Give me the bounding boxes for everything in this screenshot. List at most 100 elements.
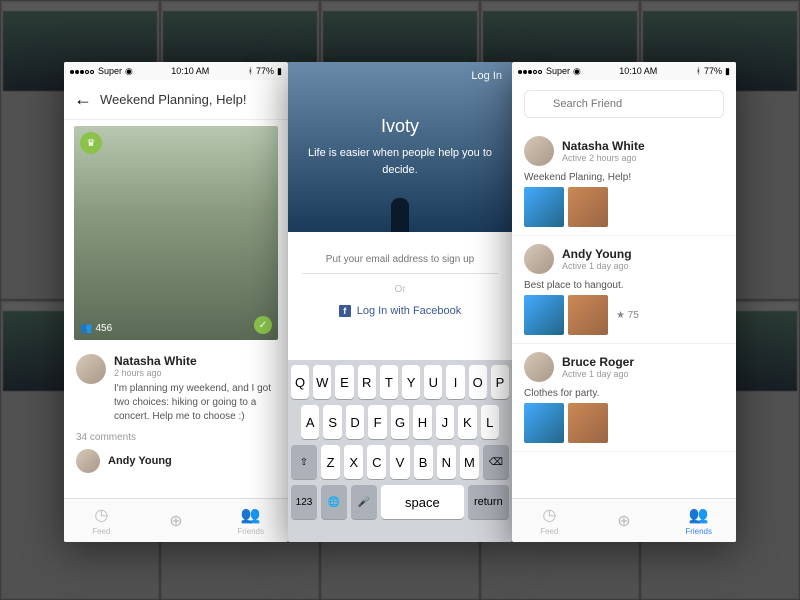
post-text: I'm planning my weekend, and I got two c… xyxy=(114,382,276,424)
clock: 10:10 AM xyxy=(171,66,209,76)
friend-item[interactable]: Bruce RogerActive 1 day agoClothes for p… xyxy=(512,344,736,452)
page-title: Weekend Planning, Help! xyxy=(100,92,246,107)
key-i[interactable]: I xyxy=(446,365,464,399)
avatar xyxy=(524,136,554,166)
facebook-icon: f xyxy=(339,305,351,317)
friends-icon: 👥 xyxy=(241,505,261,525)
screen-login: Log In Ivoty Life is easier when people … xyxy=(288,62,512,542)
key-g[interactable]: G xyxy=(391,405,409,439)
friend-meta: Active 2 hours ago xyxy=(562,153,645,163)
screen-post-detail: Super◉ 10:10 AM ᚼ77%▮ ← Weekend Planning… xyxy=(64,62,288,542)
wifi-icon: ◉ xyxy=(573,66,581,77)
person-silhouette xyxy=(391,198,409,232)
shift-key[interactable]: ⇧ xyxy=(291,445,317,479)
bluetooth-icon: ᚼ xyxy=(696,66,701,76)
key-o[interactable]: O xyxy=(469,365,487,399)
key-m[interactable]: M xyxy=(460,445,479,479)
tab-feed[interactable]: ◷Feed xyxy=(64,499,139,542)
friends-icon: 👥 xyxy=(689,505,709,525)
avatar xyxy=(524,244,554,274)
key-u[interactable]: U xyxy=(424,365,442,399)
login-link[interactable]: Log In xyxy=(471,70,502,82)
thumb-image[interactable] xyxy=(524,187,564,227)
friend-meta: Active 1 day ago xyxy=(562,261,632,271)
thumb-image[interactable] xyxy=(568,295,608,335)
friend-thumbs xyxy=(524,187,724,227)
friend-thumbs: ★ 75 xyxy=(524,295,724,335)
numbers-key[interactable]: 123 xyxy=(291,485,317,519)
kb-row-3: ⇧ ZXCVBNM ⌫ xyxy=(291,445,509,479)
tab-add[interactable]: ⊕ xyxy=(587,499,662,542)
search-input[interactable] xyxy=(524,90,724,118)
comments-count[interactable]: 34 comments xyxy=(64,432,288,443)
author-name: Natasha White xyxy=(114,354,276,368)
avatar[interactable] xyxy=(76,354,106,384)
thumb-image[interactable] xyxy=(568,187,608,227)
friend-subtitle: Best place to hangout. xyxy=(524,280,724,291)
friend-subtitle: Clothes for party. xyxy=(524,388,724,399)
key-l[interactable]: L xyxy=(481,405,499,439)
friend-name: Andy Young xyxy=(562,247,632,261)
reply-name: Andy Young xyxy=(108,455,172,467)
key-c[interactable]: C xyxy=(367,445,386,479)
login-hero: Log In Ivoty Life is easier when people … xyxy=(288,62,512,232)
post-hero-image[interactable]: ♛ 👥456 ✓ xyxy=(74,126,278,340)
key-z[interactable]: Z xyxy=(321,445,340,479)
tab-add[interactable]: ⊕ xyxy=(139,499,214,542)
key-p[interactable]: P xyxy=(491,365,509,399)
tab-friends[interactable]: 👥Friends xyxy=(661,499,736,542)
key-v[interactable]: V xyxy=(390,445,409,479)
key-e[interactable]: E xyxy=(335,365,353,399)
back-icon[interactable]: ← xyxy=(74,89,92,110)
check-icon: ✓ xyxy=(254,316,272,334)
globe-key[interactable]: 🌐 xyxy=(321,485,347,519)
status-bar: Super◉ 10:10 AM ᚼ77%▮ xyxy=(512,62,736,80)
friend-item[interactable]: Natasha WhiteActive 2 hours ago Weekend P… xyxy=(512,128,736,236)
key-a[interactable]: A xyxy=(301,405,319,439)
key-s[interactable]: S xyxy=(323,405,341,439)
kb-row-4: 123 🌐 🎤 space return xyxy=(291,485,509,519)
space-key[interactable]: space xyxy=(381,485,464,519)
tab-bar: ◷Feed ⊕ 👥Friends xyxy=(64,498,288,542)
key-h[interactable]: H xyxy=(413,405,431,439)
return-key[interactable]: return xyxy=(468,485,509,519)
key-t[interactable]: T xyxy=(380,365,398,399)
delete-key[interactable]: ⌫ xyxy=(483,445,509,479)
key-w[interactable]: W xyxy=(313,365,331,399)
tab-friends[interactable]: 👥Friends xyxy=(213,499,288,542)
email-field[interactable] xyxy=(302,246,498,274)
battery-icon: ▮ xyxy=(725,66,730,77)
tagline: Life is easier when people help you to d… xyxy=(304,145,496,178)
thumb-image[interactable] xyxy=(568,403,608,443)
like-count: ★ 75 xyxy=(616,310,639,321)
people-icon: 👥 xyxy=(80,323,92,334)
key-b[interactable]: B xyxy=(414,445,433,479)
tab-feed[interactable]: ◷Feed xyxy=(512,499,587,542)
status-bar: Super◉ 10:10 AM ᚼ77%▮ xyxy=(64,62,288,80)
reply-row[interactable]: Andy Young xyxy=(64,443,288,479)
key-n[interactable]: N xyxy=(437,445,456,479)
mic-key[interactable]: 🎤 xyxy=(351,485,377,519)
key-j[interactable]: J xyxy=(436,405,454,439)
friend-name: Bruce Roger xyxy=(562,355,634,369)
avatar xyxy=(524,352,554,382)
vote-count: 👥456 xyxy=(80,323,112,334)
key-x[interactable]: X xyxy=(344,445,363,479)
key-d[interactable]: D xyxy=(346,405,364,439)
wifi-icon: ◉ xyxy=(125,66,133,77)
login-form: Or f Log In with Facebook xyxy=(288,232,512,325)
friend-item[interactable]: Andy YoungActive 1 day ago Best place to … xyxy=(512,236,736,344)
key-f[interactable]: F xyxy=(368,405,386,439)
friend-subtitle: Weekend Planing, Help! xyxy=(524,172,724,183)
friend-name: Natasha White xyxy=(562,139,645,153)
key-y[interactable]: Y xyxy=(402,365,420,399)
friend-thumbs xyxy=(524,403,724,443)
thumb-image[interactable] xyxy=(524,403,564,443)
thumb-image[interactable] xyxy=(524,295,564,335)
brand-name: Ivoty xyxy=(381,116,419,137)
key-k[interactable]: K xyxy=(458,405,476,439)
key-q[interactable]: Q xyxy=(291,365,309,399)
or-divider: Or xyxy=(302,284,498,295)
key-r[interactable]: R xyxy=(358,365,376,399)
facebook-login-button[interactable]: f Log In with Facebook xyxy=(302,305,498,317)
